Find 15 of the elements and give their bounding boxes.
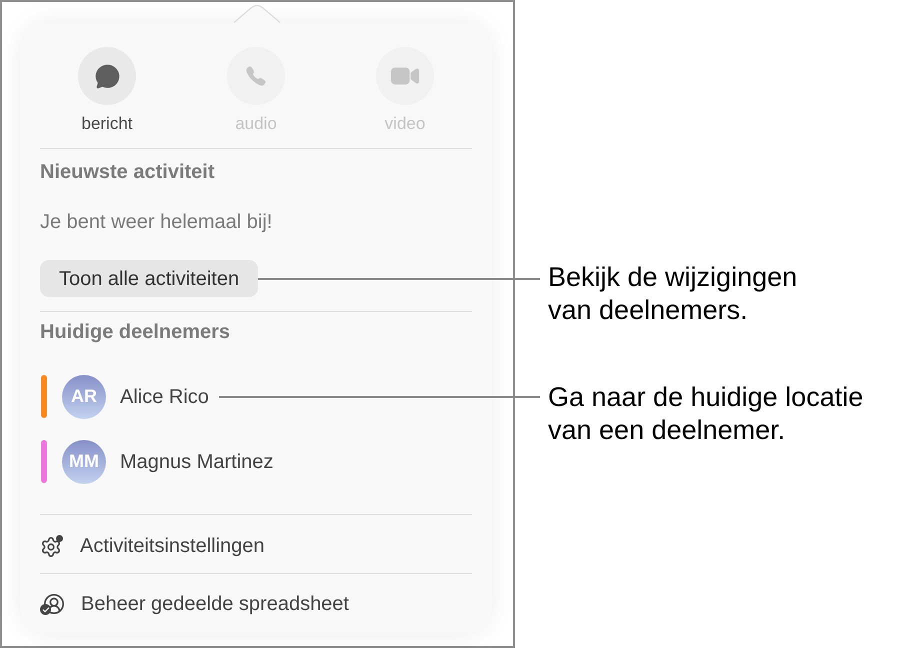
menu-item[interactable]: Activiteitsinstellingen — [40, 515, 472, 573]
menu-item[interactable]: Beheer gedeelde spreadsheet — [40, 574, 472, 634]
avatar: AR — [62, 374, 106, 418]
section-heading: Huidige deelnemers — [40, 320, 232, 344]
callout-text: Ga naar de huidige locatie van een deelnemer. — [548, 381, 864, 447]
participant-name[interactable]: Magnus Martinez — [120, 446, 274, 476]
status-text: Je bent weer helemaal bij! — [40, 210, 274, 234]
show-all-activity-button[interactable]: Toon alle activiteiten — [40, 260, 258, 297]
section-heading: Nieuwste activiteit — [40, 160, 216, 184]
callout-text: Bekijk de wijzigingen van deelnemers. — [548, 261, 798, 327]
avatar: MM — [62, 440, 106, 484]
message-button[interactable]: bericht — [62, 47, 152, 134]
participant-name[interactable]: Alice Rico — [120, 382, 209, 412]
gear-icon — [40, 534, 63, 558]
person-check-icon — [40, 593, 65, 615]
